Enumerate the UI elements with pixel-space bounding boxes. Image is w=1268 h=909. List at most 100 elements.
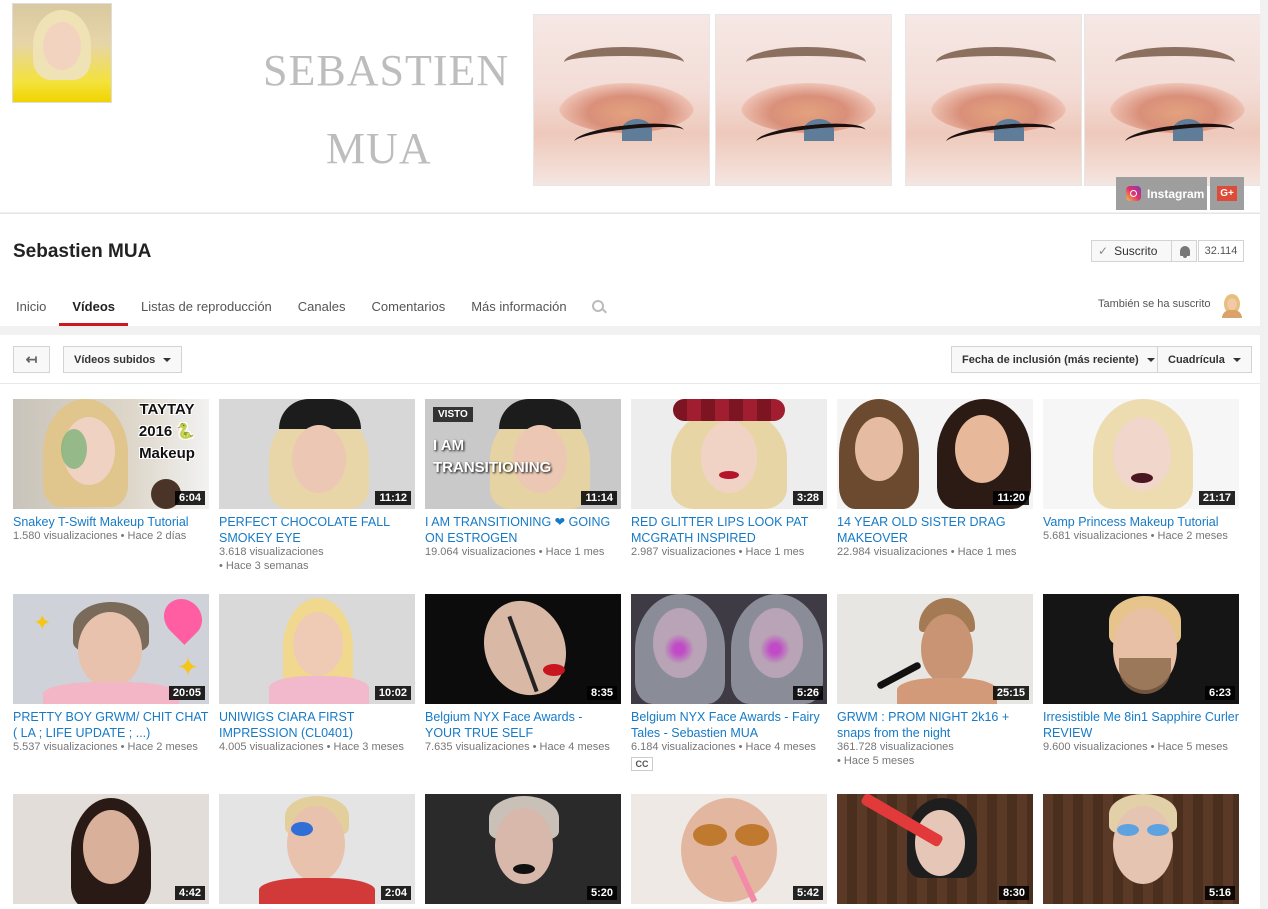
notification-bell-button[interactable]	[1171, 240, 1198, 262]
video-title[interactable]: I AM TRANSITIONING ❤ GOING ON ESTROGEN	[425, 514, 621, 546]
watched-badge: VISTO	[433, 407, 473, 422]
video-thumbnail[interactable]: 5:20	[425, 794, 621, 904]
channel-name[interactable]: Sebastien MUA	[13, 241, 151, 263]
back-button[interactable]: ↤	[13, 346, 50, 373]
video-meta: 1.580 visualizaciones • Hace 2 días	[13, 530, 187, 542]
video-title[interactable]: UNIWIGS CIARA FIRST IMPRESSION (CL0401)	[219, 709, 415, 741]
video-duration: 4:42	[174, 886, 205, 900]
banner-eye-image	[715, 14, 892, 186]
video-thumbnail[interactable]: TAYTAY 2016 🐍 Makeup 6:04	[13, 399, 209, 509]
video-duration: 11:12	[375, 491, 411, 505]
video-thumbnail[interactable]: 6:23	[1043, 594, 1239, 704]
video-thumbnail[interactable]: 3:28	[631, 399, 827, 509]
thumbnail-overlay-text: I AM TRANSITIONING	[433, 437, 552, 476]
tab-comments[interactable]: Comentarios	[359, 292, 459, 326]
video-meta: 5.537 visualizaciones • Hace 2 meses	[13, 741, 198, 753]
channel-avatar[interactable]	[12, 3, 112, 103]
checkmark-icon: ✓	[1098, 244, 1109, 258]
video-meta: 3.618 visualizaciones • Hace 3 semanas	[219, 546, 324, 572]
caret-down-icon	[1232, 357, 1241, 362]
video-duration: 8:30	[998, 886, 1029, 900]
caret-down-icon	[1146, 357, 1155, 362]
channel-header: Sebastien MUA ✓ Suscrito 32.114 Inicio V…	[0, 213, 1260, 326]
bell-icon	[1180, 246, 1190, 258]
uploads-dropdown-label: Vídeos subidos	[74, 353, 156, 366]
video-title[interactable]: PRETTY BOY GRWM/ CHIT CHAT ( LA ; LIFE U…	[13, 709, 209, 741]
sort-dropdown-label: Fecha de inclusión (más reciente)	[962, 353, 1139, 366]
video-duration: 10:02	[374, 686, 411, 700]
tab-playlists[interactable]: Listas de reproducción	[128, 292, 285, 326]
banner-title-line2: MUA	[326, 124, 432, 173]
video-duration: 5:16	[1204, 886, 1235, 900]
video-duration: 6:04	[174, 491, 205, 505]
video-thumbnail[interactable]: 10:02	[219, 594, 415, 704]
video-title[interactable]: RED GLITTER LIPS LOOK PAT MCGRATH INSPIR…	[631, 514, 827, 546]
instagram-label: Instagram	[1147, 186, 1205, 201]
video-duration: 5:42	[792, 886, 823, 900]
video-duration: 25:15	[992, 686, 1029, 700]
back-arrow-icon: ↤	[25, 351, 38, 367]
video-duration: 3:28	[792, 491, 823, 505]
banner-eye-image	[905, 14, 1082, 186]
banner-eye-image	[1084, 14, 1260, 186]
video-duration: 6:23	[1204, 686, 1235, 700]
instagram-icon	[1126, 186, 1141, 201]
tab-videos[interactable]: Vídeos	[59, 292, 128, 326]
tab-inicio[interactable]: Inicio	[0, 292, 59, 326]
video-title[interactable]: Belgium NYX Face Awards - YOUR TRUE SELF	[425, 709, 621, 741]
video-meta: 4.005 visualizaciones • Hace 3 meses	[219, 741, 404, 753]
video-thumbnail[interactable]: 2:04	[219, 794, 415, 904]
video-thumbnail[interactable]: 25:15	[837, 594, 1033, 704]
video-meta: 2.987 visualizaciones • Hace 1 mes	[631, 546, 805, 558]
video-thumbnail[interactable]: ✦ ✦ 20:05	[13, 594, 209, 704]
video-thumbnail[interactable]: 5:42	[631, 794, 827, 904]
video-duration: 20:05	[168, 686, 205, 700]
gplus-icon: G+	[1217, 186, 1237, 201]
video-duration: 8:35	[586, 686, 617, 700]
instagram-link[interactable]: Instagram	[1116, 177, 1207, 210]
video-meta: 19.064 visualizaciones • Hace 1 mes	[425, 546, 605, 558]
sort-dropdown[interactable]: Fecha de inclusión (más reciente)	[951, 346, 1166, 373]
video-meta: 6.184 visualizaciones • Hace 4 meses	[631, 741, 816, 753]
video-title[interactable]: GRWM : PROM NIGHT 2k16 + snaps from the …	[837, 709, 1033, 741]
video-duration: 11:20	[993, 491, 1029, 505]
video-meta: 361.728 visualizaciones • Hace 5 meses	[837, 741, 954, 767]
video-duration: 5:20	[586, 886, 617, 900]
caret-down-icon	[163, 357, 172, 362]
view-dropdown-label: Cuadrícula	[1168, 353, 1225, 366]
banner-eye-image	[533, 14, 710, 186]
closed-captions-badge: CC	[631, 757, 653, 771]
video-duration: 2:04	[380, 886, 411, 900]
video-title[interactable]: 14 YEAR OLD SISTER DRAG MAKEOVER	[837, 514, 1033, 546]
video-duration: 5:26	[792, 686, 823, 700]
video-thumbnail[interactable]: 21:17	[1043, 399, 1239, 509]
subscribe-label: Suscrito	[1114, 244, 1158, 258]
video-title[interactable]: Irresistible Me 8in1 Sapphire Curler REV…	[1043, 709, 1239, 741]
video-title[interactable]: Belgium NYX Face Awards - Fairy Tales - …	[631, 709, 827, 741]
video-title[interactable]: Snakey T-Swift Makeup Tutorial	[13, 514, 209, 530]
video-thumbnail[interactable]: VISTO I AM TRANSITIONING 11:14	[425, 399, 621, 509]
also-subscribed-avatar[interactable]	[1220, 294, 1244, 318]
thumbnail-overlay-text: TAYTAY 2016 🐍 Makeup	[138, 401, 196, 462]
video-title[interactable]: Vamp Princess Makeup Tutorial	[1043, 514, 1239, 530]
video-thumbnail[interactable]: 5:16	[1043, 794, 1239, 904]
video-thumbnail[interactable]: 5:26	[631, 594, 827, 704]
view-dropdown[interactable]: Cuadrícula	[1157, 346, 1252, 373]
video-thumbnail[interactable]: 11:12	[219, 399, 415, 509]
banner-title-line1: SEBASTIEN	[263, 46, 510, 95]
video-thumbnail[interactable]: 8:30	[837, 794, 1033, 904]
toolbar-divider	[0, 383, 1260, 384]
video-meta: 22.984 visualizaciones • Hace 1 mes	[837, 546, 1017, 558]
tab-channels[interactable]: Canales	[285, 292, 359, 326]
video-title[interactable]: PERFECT CHOCOLATE FALL SMOKEY EYE	[219, 514, 415, 546]
video-thumbnail[interactable]: 4:42	[13, 794, 209, 904]
videos-content: ↤ Vídeos subidos Fecha de inclusión (más…	[0, 335, 1260, 909]
search-icon[interactable]	[591, 300, 606, 314]
video-duration: 11:14	[581, 491, 617, 505]
video-thumbnail[interactable]: 8:35	[425, 594, 621, 704]
gplus-link[interactable]: G+	[1210, 177, 1244, 210]
tab-about[interactable]: Más información	[458, 292, 579, 326]
uploads-dropdown[interactable]: Vídeos subidos	[63, 346, 183, 373]
video-thumbnail[interactable]: 11:20	[837, 399, 1033, 509]
video-meta: 7.635 visualizaciones • Hace 4 meses	[425, 741, 610, 753]
